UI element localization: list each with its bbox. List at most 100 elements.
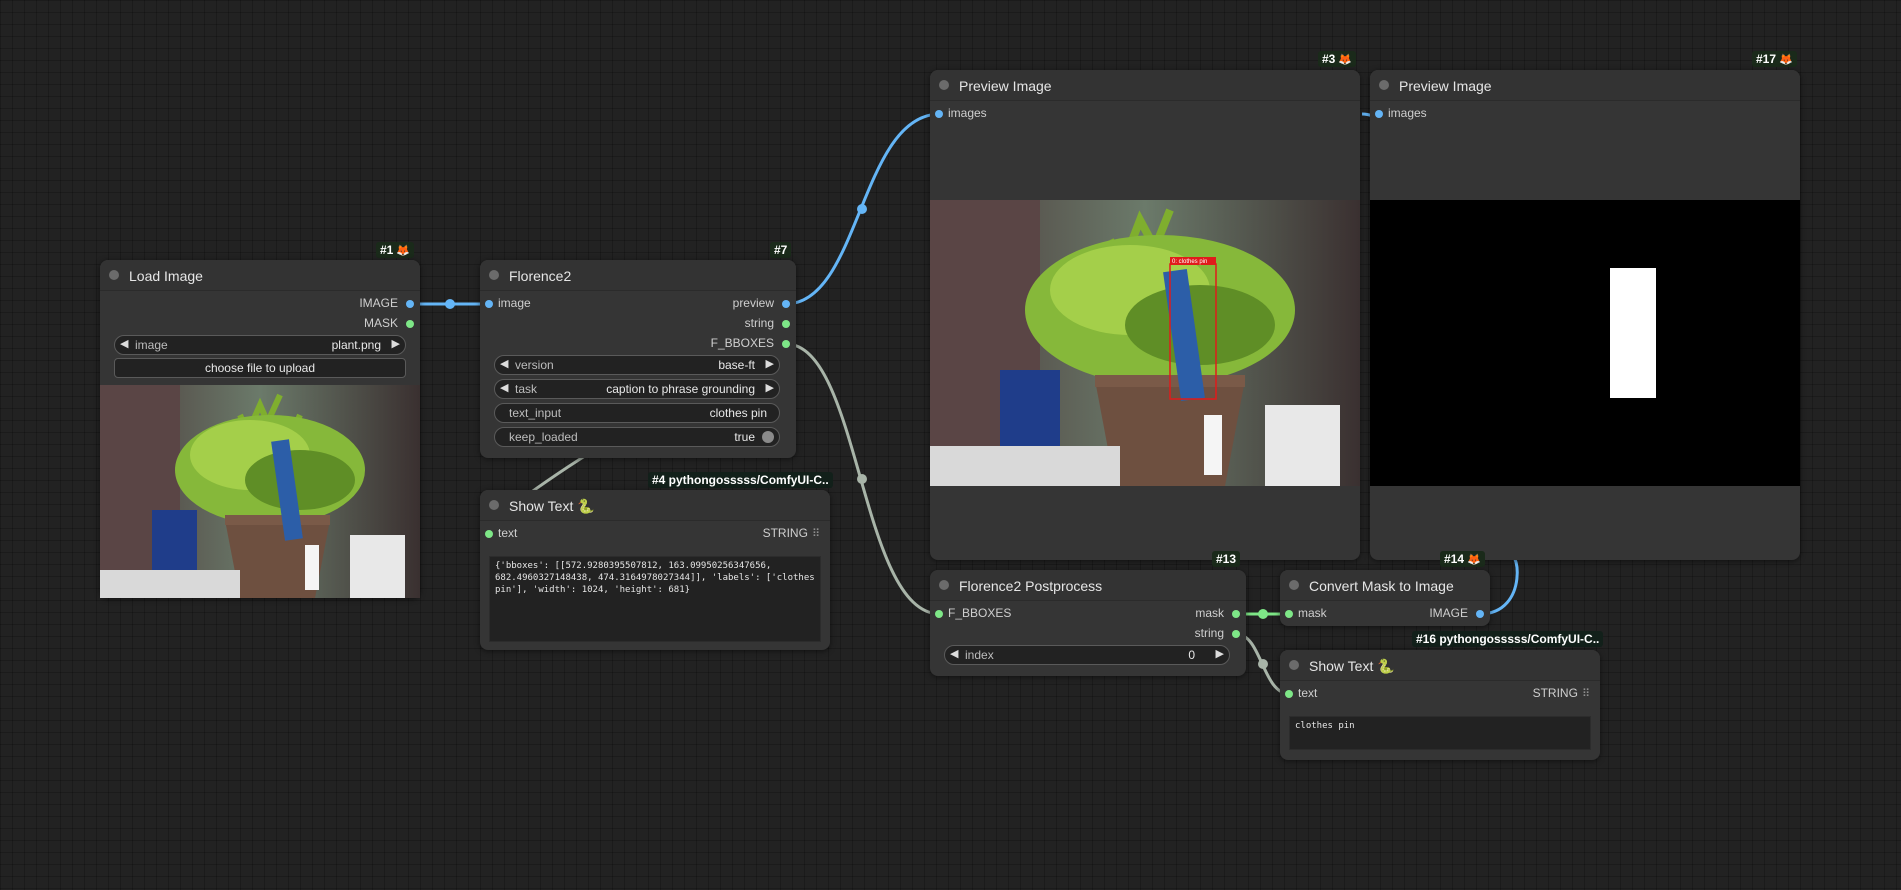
collapse-dot-icon[interactable] (1289, 580, 1299, 590)
collapse-dot-icon[interactable] (489, 500, 499, 510)
grid-icon[interactable]: ⠿ (1582, 688, 1590, 700)
arrow-right-icon[interactable]: ▶ (766, 357, 774, 370)
node-title: Preview Image (1399, 78, 1492, 94)
fox-icon: 🦊 (1338, 54, 1353, 66)
collapse-dot-icon[interactable] (939, 580, 949, 590)
preview-image-node-17[interactable]: Preview Image images (1370, 70, 1800, 560)
node-id-badge: #7 (770, 242, 792, 258)
arrow-left-icon[interactable]: ◀ (500, 357, 508, 370)
output-mask-slot[interactable] (1232, 610, 1240, 618)
output-string-label: string (744, 316, 774, 330)
toggle-knob-icon[interactable] (762, 431, 774, 443)
show-text-node-4[interactable]: Show Text 🐍 text STRING ⠿ {'bboxes': [[572… (480, 490, 830, 650)
version-widget[interactable]: ◀ version base-ft ▶ (494, 355, 780, 375)
arrow-left-icon[interactable]: ◀ (120, 337, 128, 350)
image-select-widget[interactable]: ◀ image plant.png ▶ (114, 335, 406, 355)
widget-value: caption to phrase grounding (606, 382, 755, 396)
widget-label: index (965, 648, 994, 662)
node-header[interactable]: Florence2 Postprocess (930, 570, 1246, 601)
node-title: Load Image (129, 268, 203, 284)
output-image-label: IMAGE (1429, 606, 1468, 620)
collapse-dot-icon[interactable] (1289, 660, 1299, 670)
output-mask-slot[interactable] (406, 320, 414, 328)
input-bboxes-slot[interactable] (935, 610, 943, 618)
node-id-label: #13 (1216, 552, 1237, 566)
widget-value: plant.png (331, 338, 381, 352)
text-display[interactable]: clothes pin (1289, 716, 1591, 750)
input-mask-label: mask (1298, 606, 1327, 620)
node-id-label: #4 pythongosssss/ComfyUI-C.. (652, 473, 829, 487)
output-preview-slot[interactable] (782, 300, 790, 308)
node-header[interactable]: Convert Mask to Image (1280, 570, 1490, 601)
preview-image-node-3[interactable]: Preview Image images 0: clothes pin (930, 70, 1360, 560)
node-header[interactable]: Preview Image (1370, 70, 1800, 101)
upload-button-label: choose file to upload (204, 361, 316, 375)
input-text-label: text (1298, 686, 1318, 700)
arrow-left-icon[interactable]: ◀ (500, 381, 508, 394)
output-bboxes-slot[interactable] (782, 340, 790, 348)
upload-button[interactable]: choose file to upload (114, 358, 406, 378)
task-widget[interactable]: ◀ task caption to phrase grounding ▶ (494, 379, 780, 399)
load-image-node[interactable]: Load Image IMAGE MASK ◀ image plant.png … (100, 260, 420, 598)
output-string-slot[interactable] (782, 320, 790, 328)
node-title-text: Show Text (509, 498, 574, 514)
input-text-slot[interactable] (485, 530, 493, 538)
node-header[interactable]: Florence2 (480, 260, 796, 291)
widget-value: true (734, 430, 755, 444)
arrow-right-icon[interactable]: ▶ (392, 337, 400, 350)
text-display[interactable]: {'bboxes': [[572.9280395507812, 163.0995… (489, 556, 821, 642)
fox-icon: 🦊 (1779, 54, 1793, 66)
input-image-slot[interactable] (485, 300, 493, 308)
output-image-slot[interactable] (1476, 610, 1484, 618)
node-title: Convert Mask to Image (1309, 578, 1454, 594)
link-midpoint (857, 204, 867, 214)
node-id-label: #17 (1756, 52, 1777, 66)
arrow-right-icon[interactable]: ▶ (766, 381, 774, 394)
plant-image-preview (100, 385, 420, 598)
output-bboxes-label: F_BBOXES (710, 336, 774, 350)
florence2-postprocess-node[interactable]: Florence2 Postprocess F_BBOXES mask stri… (930, 570, 1246, 676)
show-text-node-16[interactable]: Show Text 🐍 text STRING ⠿ clothes pin (1280, 650, 1600, 760)
collapse-dot-icon[interactable] (939, 80, 949, 90)
input-images-slot[interactable] (1375, 110, 1383, 118)
bbox-label: 0: clothes pin (1172, 259, 1207, 265)
snake-icon: 🐍 (1377, 658, 1395, 674)
node-header[interactable]: Show Text 🐍 (1280, 650, 1600, 681)
node-header[interactable]: Load Image (100, 260, 420, 291)
link-midpoint (445, 299, 455, 309)
workflow-canvas[interactable]: #1 🦊 Load Image IMAGE MASK ◀ image plant.… (0, 0, 1901, 890)
widget-label: task (515, 382, 538, 396)
collapse-dot-icon[interactable] (1379, 80, 1389, 90)
output-mask-label: MASK (363, 316, 398, 330)
index-widget[interactable]: ◀ index 0 ▶ (944, 645, 1230, 665)
grid-icon[interactable]: ⠿ (812, 528, 820, 540)
node-id-label: #1 (380, 243, 394, 257)
widget-value: clothes pin (709, 406, 767, 420)
output-image-label: IMAGE (359, 296, 398, 310)
arrow-right-icon[interactable]: ▶ (1216, 647, 1224, 660)
node-header[interactable]: Show Text 🐍 (480, 490, 830, 521)
node-id-badge: #17 🦊 (1752, 51, 1797, 67)
collapse-dot-icon[interactable] (489, 270, 499, 280)
output-string-label: STRING ⠿ (1533, 686, 1590, 700)
arrow-left-icon[interactable]: ◀ (950, 647, 958, 660)
node-title-text: Show Text (1309, 658, 1374, 674)
text-input-widget[interactable]: text_input clothes pin (494, 403, 780, 423)
node-header[interactable]: Preview Image (930, 70, 1360, 101)
node-id-label: #7 (774, 243, 788, 257)
convert-mask-node[interactable]: Convert Mask to Image mask IMAGE (1280, 570, 1490, 626)
fox-icon: 🦊 (1467, 554, 1481, 566)
keep-loaded-toggle[interactable]: keep_loaded true (494, 427, 780, 447)
output-string-slot[interactable] (1232, 630, 1240, 638)
widget-value: 0 (1188, 648, 1195, 662)
input-images-label: images (948, 106, 987, 120)
input-mask-slot[interactable] (1285, 610, 1293, 618)
output-preview-label: preview (732, 296, 774, 310)
output-mask-label: mask (1195, 606, 1224, 620)
collapse-dot-icon[interactable] (109, 270, 119, 280)
link-midpoint (1258, 609, 1268, 619)
florence2-node[interactable]: Florence2 image preview string F_BBOXES … (480, 260, 796, 458)
input-images-slot[interactable] (935, 110, 943, 118)
output-image-slot[interactable] (406, 300, 414, 308)
input-text-slot[interactable] (1285, 690, 1293, 698)
